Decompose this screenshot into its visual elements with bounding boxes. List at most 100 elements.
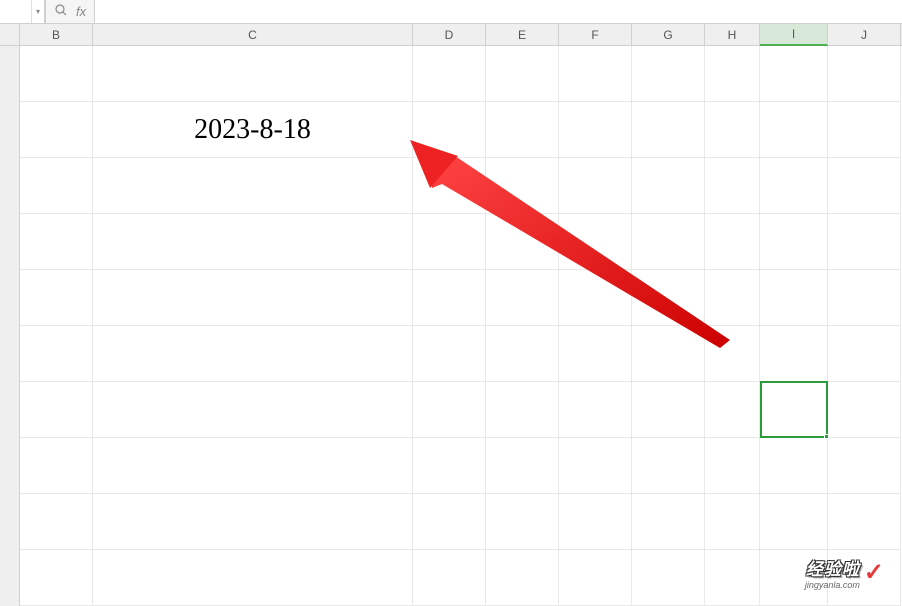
- cell[interactable]: [559, 438, 632, 494]
- cell[interactable]: [705, 270, 760, 326]
- cell[interactable]: [632, 382, 705, 438]
- formula-input[interactable]: [94, 0, 902, 23]
- col-header-g[interactable]: G: [632, 24, 705, 45]
- cell[interactable]: [413, 270, 486, 326]
- cell[interactable]: [828, 214, 901, 270]
- cell[interactable]: [413, 158, 486, 214]
- cell[interactable]: [413, 494, 486, 550]
- fx-icon[interactable]: fx: [76, 4, 86, 19]
- cell[interactable]: [486, 382, 559, 438]
- cell[interactable]: [559, 158, 632, 214]
- cell[interactable]: [705, 326, 760, 382]
- cell[interactable]: [559, 326, 632, 382]
- cell[interactable]: [559, 494, 632, 550]
- cell[interactable]: [486, 46, 559, 102]
- cell[interactable]: [93, 438, 413, 494]
- cell[interactable]: [559, 550, 632, 606]
- cell[interactable]: [828, 494, 901, 550]
- cell[interactable]: [705, 438, 760, 494]
- cell[interactable]: [632, 550, 705, 606]
- select-all-corner[interactable]: [0, 24, 20, 46]
- cell[interactable]: [486, 214, 559, 270]
- cell[interactable]: [93, 270, 413, 326]
- cell[interactable]: [760, 158, 828, 214]
- cell[interactable]: [705, 102, 760, 158]
- cell[interactable]: [828, 270, 901, 326]
- cell[interactable]: [486, 438, 559, 494]
- cell[interactable]: [413, 214, 486, 270]
- cell[interactable]: [486, 270, 559, 326]
- cell[interactable]: [760, 270, 828, 326]
- cell[interactable]: [413, 326, 486, 382]
- grid[interactable]: 2023-8-18: [20, 46, 902, 606]
- cell[interactable]: [93, 494, 413, 550]
- cell[interactable]: [705, 158, 760, 214]
- cell[interactable]: [20, 270, 93, 326]
- cell[interactable]: [20, 382, 93, 438]
- cell[interactable]: [486, 102, 559, 158]
- cell[interactable]: [705, 550, 760, 606]
- cell[interactable]: [20, 158, 93, 214]
- cell[interactable]: [20, 214, 93, 270]
- cell[interactable]: [828, 46, 901, 102]
- cell[interactable]: [559, 382, 632, 438]
- cell[interactable]: [828, 102, 901, 158]
- cell[interactable]: [632, 158, 705, 214]
- cell[interactable]: [413, 438, 486, 494]
- cell[interactable]: [828, 382, 901, 438]
- cell[interactable]: [632, 438, 705, 494]
- cell[interactable]: [632, 326, 705, 382]
- col-header-c[interactable]: C: [93, 24, 413, 45]
- name-box-dropdown-icon[interactable]: ▾: [31, 0, 45, 23]
- cell[interactable]: [760, 46, 828, 102]
- cell[interactable]: [760, 494, 828, 550]
- cell[interactable]: [705, 214, 760, 270]
- cell[interactable]: [559, 46, 632, 102]
- cell[interactable]: [93, 46, 413, 102]
- cell[interactable]: [828, 326, 901, 382]
- cell[interactable]: [413, 550, 486, 606]
- cell[interactable]: [559, 214, 632, 270]
- cell[interactable]: [632, 46, 705, 102]
- cell[interactable]: [20, 494, 93, 550]
- cell[interactable]: [413, 46, 486, 102]
- col-header-j[interactable]: J: [828, 24, 901, 45]
- col-header-h[interactable]: H: [705, 24, 760, 45]
- cell[interactable]: [632, 270, 705, 326]
- cell-selected[interactable]: [760, 382, 828, 438]
- cell[interactable]: [20, 102, 93, 158]
- cell[interactable]: [413, 382, 486, 438]
- cell[interactable]: [760, 438, 828, 494]
- cell[interactable]: [828, 158, 901, 214]
- cell[interactable]: [486, 550, 559, 606]
- cell[interactable]: [20, 46, 93, 102]
- cell[interactable]: [93, 158, 413, 214]
- cell[interactable]: [93, 326, 413, 382]
- cell[interactable]: [632, 214, 705, 270]
- cell[interactable]: [486, 326, 559, 382]
- cell[interactable]: [760, 326, 828, 382]
- cell[interactable]: [20, 438, 93, 494]
- cell[interactable]: [705, 494, 760, 550]
- cell[interactable]: [559, 102, 632, 158]
- cell[interactable]: [632, 102, 705, 158]
- cell[interactable]: [413, 102, 486, 158]
- col-header-b[interactable]: B: [20, 24, 93, 45]
- cell[interactable]: [486, 494, 559, 550]
- cell[interactable]: [760, 214, 828, 270]
- cell[interactable]: [486, 158, 559, 214]
- cell[interactable]: [20, 326, 93, 382]
- cell[interactable]: [705, 382, 760, 438]
- cell[interactable]: [20, 550, 93, 606]
- name-box[interactable]: [0, 0, 31, 23]
- cell[interactable]: [93, 550, 413, 606]
- col-header-e[interactable]: E: [486, 24, 559, 45]
- col-header-i[interactable]: I: [760, 24, 828, 46]
- cell-c2[interactable]: 2023-8-18: [93, 102, 413, 158]
- cell[interactable]: [705, 46, 760, 102]
- cell[interactable]: [760, 102, 828, 158]
- cell[interactable]: [828, 438, 901, 494]
- cell[interactable]: [559, 270, 632, 326]
- col-header-f[interactable]: F: [559, 24, 632, 45]
- cell[interactable]: [632, 494, 705, 550]
